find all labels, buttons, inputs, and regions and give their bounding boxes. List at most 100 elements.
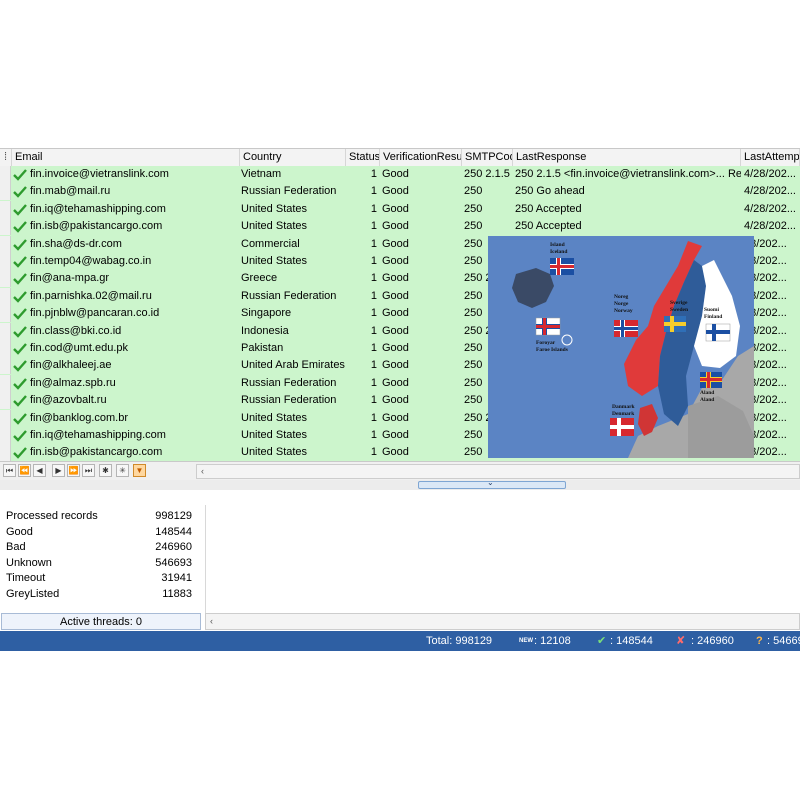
cell-country[interactable]: Vietnam [241,166,345,183]
cell-email[interactable]: fin.pjnblw@pancaran.co.id [30,305,238,322]
cell-country[interactable]: Russian Federation [241,392,345,409]
row-indicator[interactable] [0,270,11,288]
cell-country[interactable]: United States [241,427,345,444]
row-indicator[interactable] [0,305,11,323]
cell-status[interactable]: 1 [346,427,379,444]
table-row[interactable]: fin.isb@pakistancargo.com United States 1 G… [0,218,800,237]
cell-verification[interactable]: Good [382,427,462,444]
cell-status[interactable]: 1 [346,444,379,461]
cell-verification[interactable]: Good [382,375,462,392]
cell-verification[interactable]: Good [382,357,462,374]
cell-email[interactable]: fin.temp04@wabag.co.in [30,253,238,270]
cell-verification[interactable]: Good [382,236,462,253]
row-indicator[interactable] [0,444,11,461]
cell-smtp[interactable]: 250 [464,201,512,218]
row-indicator-header[interactable]: ⁞ [0,149,12,166]
cell-attempt[interactable]: 4/28/202... [744,183,800,200]
column-header-country[interactable]: Country [240,149,346,166]
cell-last[interactable]: 250 Accepted [515,218,741,235]
cell-status[interactable]: 1 [346,270,379,287]
cell-status[interactable]: 1 [346,375,379,392]
cell-verification[interactable]: Good [382,323,462,340]
nav-prev-page-icon[interactable]: ⏪ [18,464,31,477]
row-indicator[interactable] [0,392,11,410]
cell-verification[interactable]: Good [382,444,462,461]
cell-verification[interactable]: Good [382,392,462,409]
cell-status[interactable]: 1 [346,392,379,409]
cell-last[interactable]: 250 Accepted [515,201,741,218]
cell-country[interactable]: United States [241,444,345,461]
log-panel[interactable] [205,505,800,613]
row-indicator[interactable] [0,235,11,253]
cell-country[interactable]: Greece [241,270,345,287]
splitter-grip[interactable]: ⌄ [418,478,566,489]
cell-email[interactable]: fin.mab@mail.ru [30,183,238,200]
cell-status[interactable]: 1 [346,218,379,235]
cell-attempt[interactable]: 4/28/202... [744,201,800,218]
cell-smtp[interactable]: 250 2.1.5 [464,166,512,183]
cell-verification[interactable]: Good [382,253,462,270]
row-indicator[interactable] [0,253,11,270]
cell-status[interactable]: 1 [346,166,379,183]
cell-status[interactable]: 1 [346,305,379,322]
nav-first-icon[interactable]: ⏮ [3,464,16,477]
scroll-left-icon[interactable]: ‹ [210,614,213,629]
cell-verification[interactable]: Good [382,183,462,200]
cell-verification[interactable]: Good [382,340,462,357]
cell-country[interactable]: United States [241,253,345,270]
nav-next-icon[interactable]: ▶ [52,464,65,477]
cell-last[interactable]: 250 Go ahead [515,183,741,200]
cell-email[interactable]: fin@azovbalt.ru [30,392,238,409]
row-indicator[interactable] [0,166,11,183]
cell-email[interactable]: fin.parnishka.02@mail.ru [30,288,238,305]
nav-prev-icon[interactable]: ◀ [33,464,46,477]
cell-verification[interactable]: Good [382,270,462,287]
cell-country[interactable]: Indonesia [241,323,345,340]
cell-email[interactable]: fin.invoice@vietranslink.com [30,166,238,183]
cell-verification[interactable]: Good [382,218,462,235]
cell-attempt[interactable]: 4/28/202... [744,218,800,235]
column-header-status[interactable]: Status [346,149,380,166]
cell-email[interactable]: fin.iq@tehamashipping.com [30,201,238,218]
cell-smtp[interactable]: 250 [464,218,512,235]
panel-splitter[interactable]: ⌄ [0,478,800,490]
row-indicator[interactable] [0,427,11,444]
cell-status[interactable]: 1 [346,201,379,218]
cell-country[interactable]: United States [241,201,345,218]
cell-status[interactable]: 1 [346,357,379,374]
cell-last[interactable]: 250 2.1.5 <fin.invoice@vietranslink.com>… [515,166,741,183]
cell-status[interactable]: 1 [346,323,379,340]
cell-email[interactable]: fin.cod@umt.edu.pk [30,340,238,357]
nav-delete-icon[interactable]: ✳ [116,464,129,477]
table-row[interactable]: fin.invoice@vietranslink.com Vietnam 1 Good… [0,166,800,185]
table-row[interactable]: fin.mab@mail.ru Russian Federation 1 Good 25… [0,183,800,202]
row-indicator[interactable] [0,409,11,427]
log-horizontal-scrollbar[interactable]: ‹ [205,613,800,630]
row-indicator[interactable] [0,374,11,392]
cell-email[interactable]: fin.sha@ds-dr.com [30,236,238,253]
cell-verification[interactable]: Good [382,288,462,305]
cell-country[interactable]: United States [241,410,345,427]
cell-verification[interactable]: Good [382,201,462,218]
row-indicator[interactable] [0,218,11,236]
row-indicator[interactable] [0,340,11,357]
cell-status[interactable]: 1 [346,288,379,305]
grid-horizontal-scrollbar[interactable]: ‹ [196,464,800,479]
row-indicator[interactable] [0,322,11,340]
row-indicator[interactable] [0,183,11,201]
nav-last-icon[interactable]: ⏭ [82,464,95,477]
cell-email[interactable]: fin.class@bki.co.id [30,323,238,340]
cell-attempt[interactable]: 4/28/202... [744,166,800,183]
table-row[interactable]: fin.iq@tehamashipping.com United States 1 G… [0,200,800,220]
cell-email[interactable]: fin.isb@pakistancargo.com [30,218,238,235]
nav-filter-icon[interactable]: ▼ [133,464,146,477]
cell-country[interactable]: Commercial [241,236,345,253]
cell-country[interactable]: Russian Federation [241,183,345,200]
cell-verification[interactable]: Good [382,410,462,427]
scroll-left-icon[interactable]: ‹ [201,465,204,478]
row-indicator[interactable] [0,287,11,305]
column-header-verification[interactable]: VerificationResult [380,149,462,166]
cell-email[interactable]: fin@ana-mpa.gr [30,270,238,287]
cell-verification[interactable]: Good [382,305,462,322]
cell-country[interactable]: United Arab Emirates [241,357,345,374]
